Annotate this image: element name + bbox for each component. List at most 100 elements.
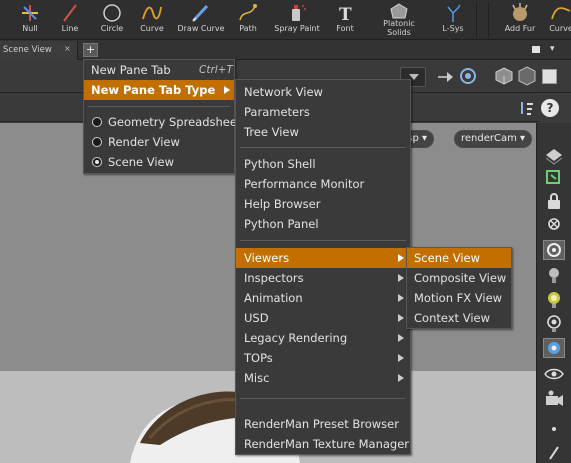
menu-item-parameters[interactable]: Parameters bbox=[236, 102, 410, 122]
menu-item-new-pane-tab-type[interactable]: New Pane Tab Type bbox=[84, 80, 234, 100]
pane-menu-icon[interactable]: ▾ bbox=[550, 44, 555, 54]
menu-item-tree-view[interactable]: Tree View bbox=[236, 122, 410, 142]
shelf-tool-platonic-solids[interactable]: Platonic Solids bbox=[374, 0, 424, 40]
menu-item-python-panel[interactable]: Python Panel bbox=[236, 214, 410, 234]
camera-lock-icon[interactable] bbox=[543, 389, 565, 409]
platonic-solids-icon bbox=[390, 3, 408, 19]
shelf-tool-label: Path bbox=[239, 24, 257, 33]
radio-checked-icon bbox=[92, 157, 102, 167]
menu-item-label: Context View bbox=[414, 311, 490, 325]
shelf-tool-font[interactable]: T Font bbox=[328, 0, 362, 40]
shelf-tool-curve-2[interactable]: Curve bbox=[543, 0, 571, 40]
shelf-toolbar: Null Line Circle Curve Draw Curve Path S… bbox=[0, 0, 571, 40]
shelf-tool-draw-curve[interactable]: Draw Curve bbox=[174, 0, 228, 40]
tab-close-icon[interactable]: × bbox=[64, 44, 71, 53]
shelf-tool-circle[interactable]: Circle bbox=[92, 0, 132, 40]
svg-text:T: T bbox=[339, 5, 352, 23]
dot-icon[interactable] bbox=[543, 419, 565, 439]
snapping-icon[interactable] bbox=[459, 67, 477, 85]
snapshot-icon[interactable] bbox=[543, 338, 565, 358]
shelf-tool-label: Null bbox=[22, 24, 38, 33]
shelf-tool-label: Font bbox=[336, 24, 354, 33]
shelf-tool-label: Spray Paint bbox=[274, 24, 320, 33]
render-camera-button[interactable]: renderCam ▾ bbox=[454, 130, 533, 148]
submenu-arrow-icon bbox=[398, 354, 404, 362]
menu-item-composite-view[interactable]: Composite View bbox=[407, 268, 511, 288]
render-light-icon[interactable] bbox=[543, 313, 565, 333]
shelf-tool-add-fur[interactable]: Add Fur bbox=[500, 0, 540, 40]
menu-item-label: Composite View bbox=[414, 271, 507, 285]
radio-unchecked-icon bbox=[92, 137, 102, 147]
menu-item-inspectors[interactable]: Inspectors bbox=[236, 268, 410, 288]
menu-separator bbox=[240, 147, 406, 148]
menu-item-label: Performance Monitor bbox=[244, 177, 365, 191]
lock-icon[interactable] bbox=[543, 191, 565, 211]
shelf-tool-label: Line bbox=[61, 24, 79, 33]
sort-icon[interactable] bbox=[518, 100, 534, 116]
shelf-tool-spray-paint[interactable]: Spray Paint bbox=[270, 0, 324, 40]
light-bulb-icon[interactable] bbox=[543, 265, 565, 285]
menu-item-new-pane-tab[interactable]: New Pane Tab Ctrl+T bbox=[84, 60, 234, 80]
shelf-tool-line[interactable]: Line bbox=[52, 0, 88, 40]
ghost-objects-icon[interactable] bbox=[543, 215, 565, 235]
shelf-tool-label: L-Sys bbox=[442, 24, 464, 33]
submenu-arrow-icon bbox=[398, 274, 404, 282]
visibility-toggle-icon[interactable] bbox=[543, 364, 565, 384]
shelf-divider bbox=[476, 2, 477, 38]
background-color-swatch[interactable] bbox=[542, 69, 557, 84]
menu-item-motion-fx-view[interactable]: Motion FX View bbox=[407, 288, 511, 308]
menu-item-legacy-rendering[interactable]: Legacy Rendering bbox=[236, 328, 410, 348]
menu-item-label: Help Browser bbox=[244, 197, 321, 211]
menu-item-label: Tree View bbox=[244, 125, 299, 139]
add-pane-tab-button[interactable]: + bbox=[83, 43, 98, 57]
menu-item-label: RenderMan Preset Browser bbox=[244, 417, 399, 431]
slash-tool-icon[interactable] bbox=[543, 443, 565, 463]
font-icon: T bbox=[339, 5, 352, 23]
menu-item-python-shell[interactable]: Python Shell bbox=[236, 154, 410, 174]
menu-item-renderman-preset-browser[interactable]: RenderMan Preset Browser bbox=[236, 414, 410, 434]
shelf-tool-curve[interactable]: Curve bbox=[134, 0, 170, 40]
menu-item-misc[interactable]: Misc bbox=[236, 368, 410, 388]
menu-item-label: Inspectors bbox=[244, 271, 304, 285]
lighting-icon[interactable] bbox=[518, 66, 536, 86]
menu-item-performance-monitor[interactable]: Performance Monitor bbox=[236, 174, 410, 194]
menu-item-label: Geometry Spreadsheet bbox=[108, 115, 242, 129]
menu-item-label: Python Panel bbox=[244, 217, 319, 231]
shelf-tool-l-system[interactable]: L-Sys bbox=[436, 0, 470, 40]
menu-item-label: Motion FX View bbox=[414, 291, 503, 305]
display-mode-icon[interactable] bbox=[543, 145, 565, 165]
menu-item-label: Viewers bbox=[244, 251, 290, 265]
menu-radio-scene-view[interactable]: Scene View bbox=[84, 152, 234, 172]
menu-item-usd[interactable]: USD bbox=[236, 308, 410, 328]
menu-item-renderman-texture-manager[interactable]: RenderMan Texture Manager bbox=[236, 434, 410, 454]
menu-item-scene-view[interactable]: Scene View bbox=[407, 248, 511, 268]
camera-view-icon[interactable] bbox=[543, 240, 565, 260]
help-icon[interactable]: ? bbox=[541, 99, 559, 117]
menu-item-context-view[interactable]: Context View bbox=[407, 308, 511, 328]
light-sphere-icon[interactable] bbox=[543, 289, 565, 309]
shelf-divider bbox=[488, 2, 489, 38]
menu-radio-geometry-spreadsheet[interactable]: Geometry Spreadsheet bbox=[84, 112, 241, 132]
menu-item-viewers[interactable]: Viewers bbox=[236, 248, 410, 268]
submenu-arrow-icon bbox=[398, 314, 404, 322]
menu-item-network-view[interactable]: Network View bbox=[236, 82, 410, 102]
menu-item-label: Animation bbox=[244, 291, 303, 305]
shelf-tool-path[interactable]: Path bbox=[230, 0, 266, 40]
menu-item-label: Scene View bbox=[108, 155, 175, 169]
menu-item-tops[interactable]: TOPs bbox=[236, 348, 410, 368]
display-options-icon[interactable] bbox=[494, 66, 514, 86]
menu-item-animation[interactable]: Animation bbox=[236, 288, 410, 308]
menu-item-help-browser[interactable]: Help Browser bbox=[236, 194, 410, 214]
pin-icon[interactable] bbox=[437, 69, 455, 85]
selection-mask-icon[interactable] bbox=[543, 167, 565, 187]
line-icon bbox=[63, 4, 77, 22]
path-icon bbox=[239, 4, 257, 21]
maximize-pane-icon[interactable] bbox=[532, 46, 540, 53]
shelf-tool-null[interactable]: Null bbox=[10, 0, 50, 40]
menu-item-label: Network View bbox=[244, 85, 323, 99]
menu-item-label: Render View bbox=[108, 135, 180, 149]
menu-radio-render-view[interactable]: Render View bbox=[84, 132, 234, 152]
shelf-tool-label: Curve bbox=[549, 24, 571, 33]
tab-label: Scene View bbox=[3, 45, 52, 55]
shelf-tool-label: Curve bbox=[140, 24, 164, 33]
